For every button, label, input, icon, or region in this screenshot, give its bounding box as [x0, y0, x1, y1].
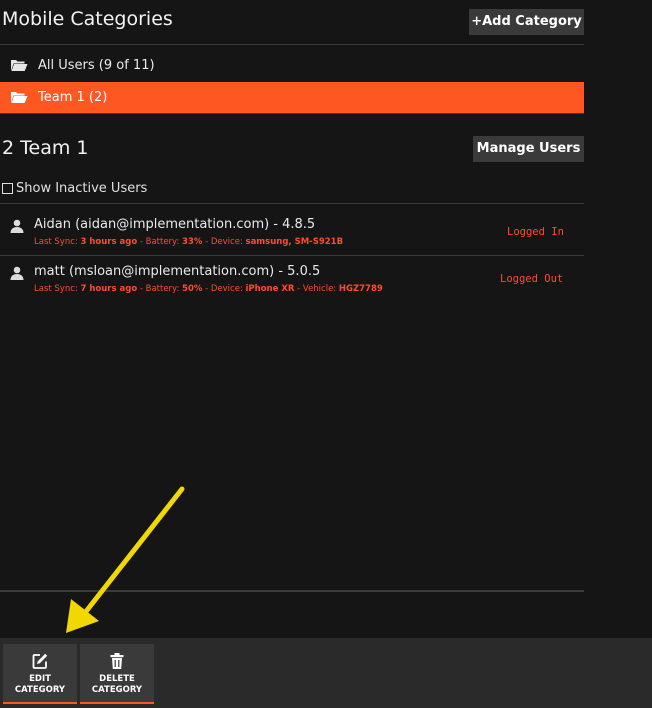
device-label: - Device:: [202, 237, 246, 247]
divider: [0, 44, 584, 45]
vehicle-value: HGZ7789: [338, 284, 383, 294]
status-badge: Logged In: [507, 226, 564, 238]
folder-open-icon: [11, 60, 28, 71]
user-meta: Last Sync: 3 hours ago - Battery: 33% - …: [34, 237, 343, 247]
device-value: samsung, SM-S921B: [245, 237, 344, 247]
status-badge: Logged Out: [500, 273, 564, 285]
battery-label: - Battery:: [137, 237, 183, 247]
user-name: matt (msloan@implementation.com) - 5.0.5: [34, 264, 321, 279]
user-name: Aidan (aidan@implementation.com) - 4.8.5: [34, 217, 316, 232]
edit-category-label: EDIT CATEGORY: [14, 674, 66, 695]
folder-open-icon: [11, 92, 28, 103]
user-row[interactable]: Aidan (aidan@implementation.com) - 4.8.5…: [0, 206, 584, 256]
trash-icon: [110, 653, 124, 669]
divider: [0, 203, 584, 204]
edit-category-button[interactable]: EDIT CATEGORY: [3, 644, 77, 704]
delete-category-button[interactable]: DELETE CATEGORY: [80, 644, 154, 704]
edit-icon: [32, 653, 48, 669]
battery-value: 50%: [182, 284, 203, 294]
category-item-team-1[interactable]: Team 1 (2): [0, 82, 584, 113]
divider: [0, 590, 584, 592]
show-inactive-label: Show Inactive Users: [16, 181, 148, 196]
page-title: Mobile Categories: [2, 8, 173, 30]
divider: [0, 113, 584, 114]
user-row[interactable]: matt (msloan@implementation.com) - 5.0.5…: [0, 253, 584, 303]
show-inactive-checkbox[interactable]: [2, 183, 13, 194]
battery-label: - Battery:: [137, 284, 183, 294]
user-icon: [10, 219, 24, 233]
device-value: iPhone XR: [245, 284, 295, 294]
last-sync-label: Last Sync:: [34, 284, 81, 294]
category-label: Team 1 (2): [38, 90, 108, 105]
bottom-toolbar: EDIT CATEGORY DELETE CATEGORY: [0, 638, 652, 708]
add-category-button[interactable]: +Add Category: [469, 9, 584, 35]
team-title: 2 Team 1: [2, 137, 89, 159]
last-sync-value: 3 hours ago: [80, 237, 138, 247]
user-meta: Last Sync: 7 hours ago - Battery: 50% - …: [34, 284, 383, 294]
delete-category-label: DELETE CATEGORY: [91, 674, 143, 695]
battery-value: 33%: [182, 237, 203, 247]
last-sync-label: Last Sync:: [34, 237, 81, 247]
header: Mobile Categories +Add Category: [0, 0, 584, 44]
device-label: - Device:: [202, 284, 246, 294]
vehicle-label: - Vehicle:: [294, 284, 339, 294]
manage-users-button[interactable]: Manage Users: [473, 136, 584, 162]
user-icon: [10, 266, 24, 280]
category-item-all-users[interactable]: All Users (9 of 11): [0, 50, 584, 81]
category-label: All Users (9 of 11): [38, 58, 155, 73]
last-sync-value: 7 hours ago: [80, 284, 138, 294]
